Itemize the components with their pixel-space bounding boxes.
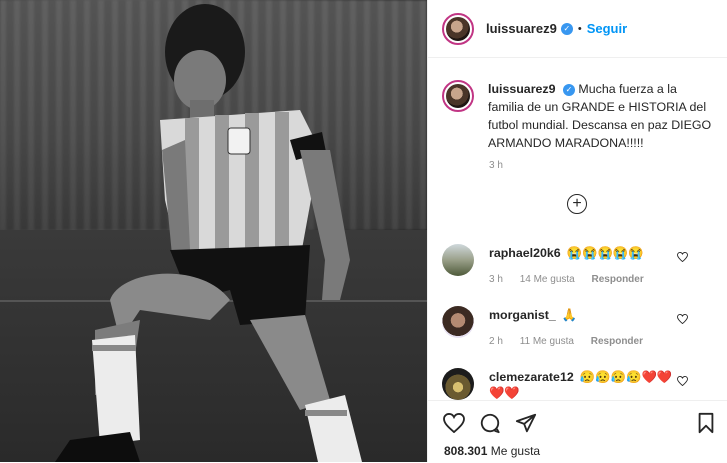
comment-username[interactable]: raphael20k6 — [489, 246, 561, 260]
comment-meta: 3 h 14 Me gusta Responder — [489, 274, 658, 285]
post-photo[interactable] — [0, 0, 427, 462]
caption-text-block: luissuarez9 ✓ Mucha fuerza a la familia … — [488, 80, 712, 152]
verified-badge-icon: ✓ — [560, 22, 573, 35]
comment-username[interactable]: morganist_ — [489, 308, 556, 322]
comment-username[interactable]: clemezarate12 — [489, 370, 574, 384]
comment-bubble-icon[interactable] — [478, 411, 502, 435]
comment-likes[interactable]: 11 Me gusta — [520, 336, 574, 347]
avatar-image — [446, 16, 470, 41]
share-paper-plane-icon[interactable] — [514, 411, 538, 435]
caption-username[interactable]: luissuarez9 — [488, 82, 556, 96]
comment-like-heart-icon[interactable] — [677, 376, 688, 386]
comment-text: 😥😥😥😥❤️❤️ — [579, 370, 673, 384]
follow-button[interactable]: Seguir — [587, 21, 627, 36]
caption-timestamp[interactable]: 3 h — [489, 160, 503, 171]
save-bookmark-icon[interactable] — [694, 411, 718, 435]
likes-suffix: Me gusta — [490, 444, 541, 458]
comment-line: morganist_ 🙏 — [489, 308, 577, 323]
load-more-comments-button[interactable]: + — [567, 194, 587, 214]
likes-number: 808.301 — [444, 444, 488, 458]
commenter-avatar[interactable] — [442, 306, 474, 338]
post-side-panel: luissuarez9 ✓ • Seguir luissuarez9 ✓ Muc… — [427, 0, 727, 462]
reply-button[interactable]: Responder — [591, 336, 643, 347]
reply-button[interactable]: Responder — [592, 274, 644, 285]
player-figure — [55, 4, 362, 462]
header-separator: • — [577, 22, 582, 35]
author-username[interactable]: luissuarez9 — [486, 21, 557, 36]
avatar-image — [446, 84, 470, 108]
comment-text: 🙏 — [561, 308, 578, 322]
commenter-avatar[interactable] — [442, 368, 474, 400]
instagram-post: luissuarez9 ✓ • Seguir luissuarez9 ✓ Muc… — [0, 0, 727, 462]
author-avatar[interactable] — [442, 12, 474, 45]
commenter-avatar[interactable] — [442, 244, 474, 276]
action-bar: 808.301 Me gusta — [428, 400, 727, 463]
comment-time[interactable]: 2 h — [489, 336, 503, 347]
comment-line-continued: ❤️❤️ — [489, 386, 520, 400]
caption: luissuarez9 ✓ Mucha fuerza a la familia … — [442, 80, 712, 152]
comment-like-heart-icon[interactable] — [677, 252, 688, 262]
comment-line: raphael20k6 😭😭😭😭😭 — [489, 246, 644, 261]
comment-time[interactable]: 3 h — [489, 274, 503, 285]
verified-badge-icon: ✓ — [562, 83, 575, 96]
comment-likes[interactable]: 14 Me gusta — [520, 274, 575, 285]
comment-like-heart-icon[interactable] — [677, 314, 688, 324]
caption-author-avatar[interactable] — [442, 80, 474, 112]
comment-meta: 2 h 11 Me gusta Responder — [489, 336, 657, 347]
like-heart-icon[interactable] — [442, 411, 466, 435]
likes-count[interactable]: 808.301 Me gusta — [444, 444, 540, 458]
post-header: luissuarez9 ✓ • Seguir — [428, 0, 727, 58]
comment-text: 😭😭😭😭😭 — [566, 246, 644, 260]
comment-line: clemezarate12 😥😥😥😥❤️❤️ — [489, 370, 672, 385]
